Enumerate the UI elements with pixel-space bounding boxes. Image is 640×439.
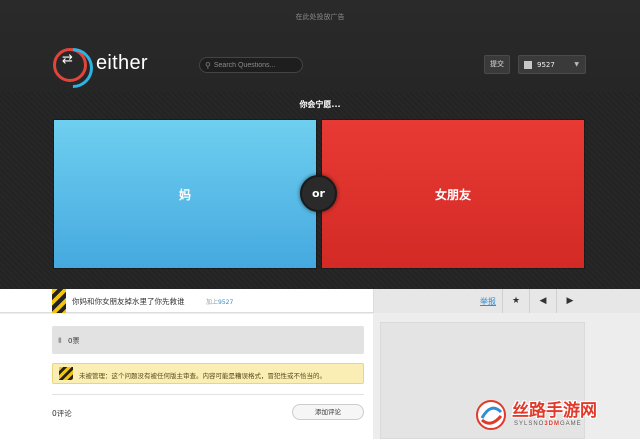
- option-b-button[interactable]: 女朋友: [322, 120, 584, 268]
- top-header: 在此处投放广告 ⇄ either ⚲ 提交 9527 ▼: [0, 0, 640, 92]
- option-a-label: 妈: [178, 187, 191, 202]
- search-icon: ⚲: [205, 60, 211, 70]
- divider: [52, 394, 364, 395]
- chevron-down-icon: ▼: [574, 61, 579, 68]
- search-input[interactable]: [213, 61, 294, 69]
- swap-arrows-icon: ⇄: [62, 52, 73, 67]
- watermark-sub-left: SYLSNO: [514, 421, 545, 427]
- favorite-star-icon[interactable]: ★: [502, 289, 529, 313]
- caution-stripe-icon: [59, 367, 73, 380]
- next-arrow-icon[interactable]: ▶: [556, 289, 583, 313]
- added-by-prefix: 加上: [206, 299, 219, 306]
- submit-question-button[interactable]: 提交: [484, 55, 510, 74]
- option-a-button[interactable]: 妈: [54, 120, 316, 268]
- added-by-user-link[interactable]: 9527: [218, 299, 233, 306]
- watermark-logo-icon: [476, 400, 506, 430]
- caution-stripe-icon: [52, 289, 66, 313]
- option-b-label: 女朋友: [434, 187, 471, 202]
- site-watermark: 丝路手游网 SYLSNO3DMGAME: [474, 394, 634, 436]
- add-comment-button[interactable]: 添加评论: [292, 404, 364, 420]
- added-by: 加上9527: [206, 297, 233, 306]
- watermark-title: 丝路手游网: [512, 401, 597, 421]
- question-detail-column: ▮ 0票 未被管理：这个问题没有被任何版主审查。内容可能是糟误格式，冒犯性或不恰…: [0, 314, 373, 439]
- comments-count: 0评论: [52, 409, 72, 418]
- votes-count: 0票: [68, 337, 80, 345]
- avatar: [524, 60, 532, 69]
- user-name: 9527: [537, 60, 555, 69]
- watermark-sub-right: GAME: [560, 421, 582, 427]
- ad-placeholder-text[interactable]: 在此处投放广告: [0, 12, 640, 22]
- question-prompt: 你会宁愿...: [299, 100, 341, 109]
- logo-text[interactable]: either: [96, 52, 148, 75]
- user-menu-button[interactable]: 9527 ▼: [518, 55, 586, 74]
- or-badge: or: [300, 175, 337, 212]
- question-title: 你妈和你女朋友掉水里了你先救谁: [72, 297, 185, 306]
- question-stage: 你会宁愿... 妈 女朋友 or: [0, 92, 640, 289]
- notice-text: 未被管理：这个问题没有被任何版主审查。内容可能是糟误格式，冒犯性或不恰当的。: [79, 372, 326, 380]
- question-bar: 你妈和你女朋友掉水里了你先救谁 加上9527 举报 ★ ◀ ▶: [0, 289, 640, 313]
- report-link[interactable]: 举报: [480, 296, 496, 307]
- votes-panel: ▮ 0票: [52, 326, 364, 354]
- unmoderated-notice: 未被管理：这个问题没有被任何版主审查。内容可能是糟误格式，冒犯性或不恰当的。: [52, 363, 364, 384]
- watermark-subtitle: SYLSNO3DMGAME: [514, 421, 582, 427]
- watermark-sub-mid: 3DM: [544, 421, 561, 427]
- search-box[interactable]: ⚲: [199, 57, 303, 73]
- bar-chart-icon: ▮: [58, 336, 62, 344]
- previous-arrow-icon[interactable]: ◀: [529, 289, 556, 313]
